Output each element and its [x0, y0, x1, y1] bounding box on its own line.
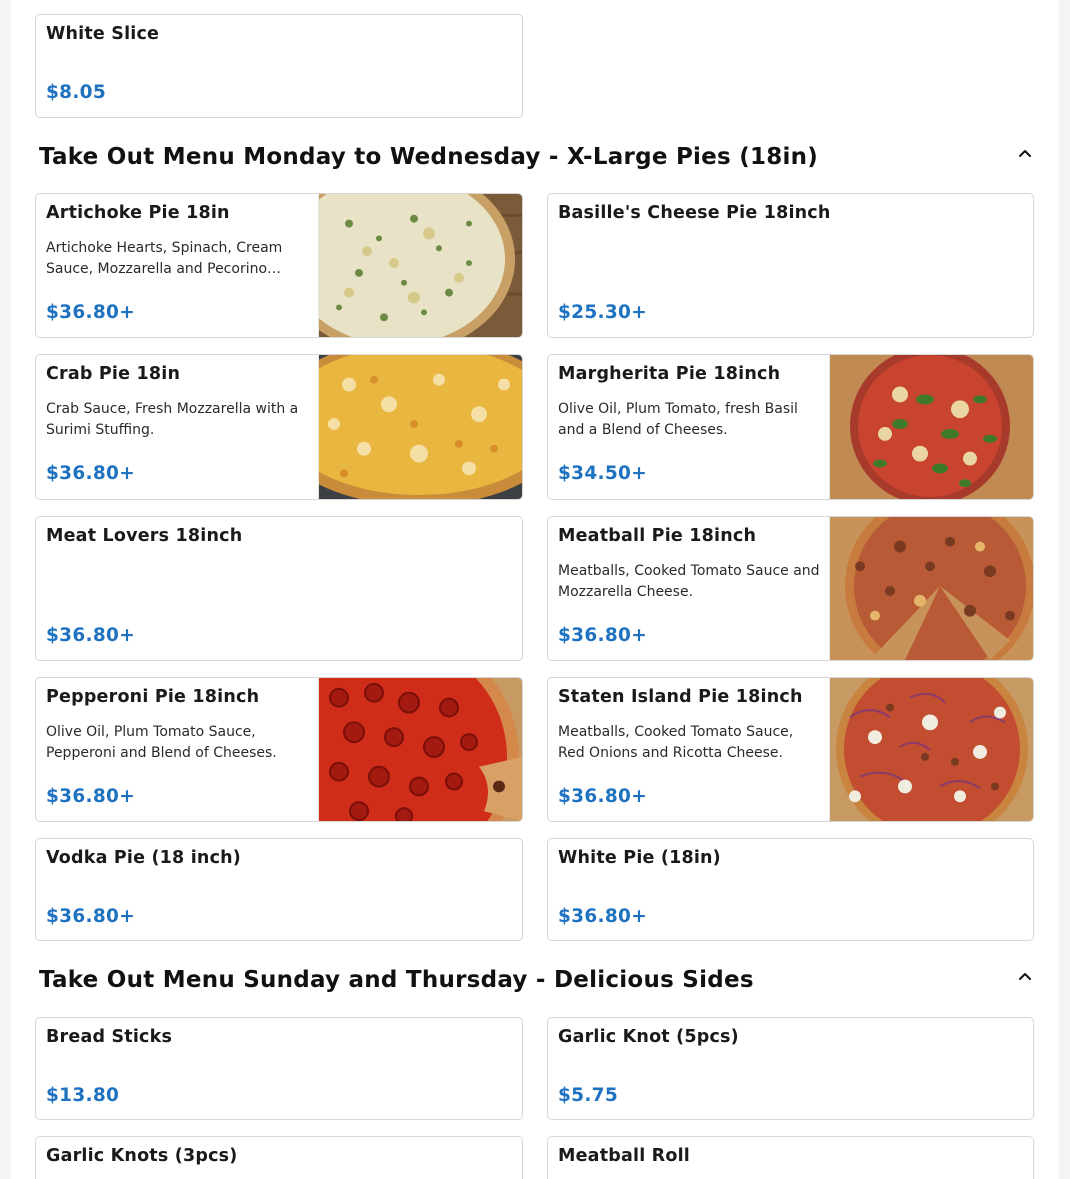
item-name: Artichoke Pie 18in — [46, 203, 230, 223]
menu-item-card[interactable]: Staten Island Pie 18inch Meatballs, Cook… — [547, 677, 1034, 822]
item-name: Meatball Pie 18inch — [558, 526, 757, 546]
staten-island-pizza-image — [829, 678, 1033, 821]
item-price: $36.80+ — [558, 625, 647, 646]
item-name: White Pie (18in) — [558, 848, 721, 868]
chevron-up-icon[interactable] — [1013, 966, 1037, 986]
item-price: $36.80+ — [558, 786, 647, 807]
menu-item-card[interactable]: Meatball Roll — [547, 1136, 1034, 1179]
item-name: White Slice — [46, 24, 160, 44]
item-name: Basille's Cheese Pie 18inch — [558, 203, 831, 223]
item-price: $34.50+ — [558, 463, 647, 484]
item-description: Olive Oil, Plum Tomato, fresh Basil and … — [558, 401, 798, 438]
menu-item-card[interactable]: White Pie (18in) $36.80+ — [547, 838, 1034, 941]
item-name: Bread Sticks — [46, 1027, 173, 1047]
item-description: Meatballs, Cooked Tomato Sauce, Red Onio… — [558, 724, 794, 761]
item-name: Garlic Knots (3pcs) — [46, 1146, 238, 1166]
item-price: $36.80+ — [46, 463, 135, 484]
pepperoni-pizza-image — [318, 678, 522, 821]
item-price: $5.75 — [558, 1085, 619, 1106]
chevron-up-icon[interactable] — [1013, 143, 1037, 163]
item-name: Crab Pie 18in — [46, 364, 181, 384]
item-description: Crab Sauce, Fresh Mozzarella with a Suri… — [46, 401, 299, 438]
item-price: $36.80+ — [46, 906, 135, 927]
menu-item-card[interactable]: Artichoke Pie 18in Artichoke Hearts, Spi… — [35, 193, 523, 338]
section-title: Take Out Menu Sunday and Thursday - Deli… — [39, 967, 754, 993]
menu-item-card[interactable]: Margherita Pie 18inch Olive Oil, Plum To… — [547, 354, 1034, 500]
item-name: Meat Lovers 18inch — [46, 526, 243, 546]
crab-pizza-image — [318, 355, 522, 499]
item-price: $36.80+ — [46, 786, 135, 807]
menu-item-card[interactable]: Garlic Knots (3pcs) — [35, 1136, 523, 1179]
meatball-pizza-image — [829, 517, 1033, 660]
item-name: Garlic Knot (5pcs) — [558, 1027, 739, 1047]
artichoke-pizza-image — [318, 194, 522, 337]
margherita-pizza-image — [829, 355, 1033, 499]
item-name: Vodka Pie (18 inch) — [46, 848, 241, 868]
item-name: Meatball Roll — [558, 1146, 690, 1166]
menu-item-card[interactable]: Pepperoni Pie 18inch Olive Oil, Plum Tom… — [35, 677, 523, 822]
item-price: $25.30+ — [558, 302, 647, 323]
menu-item-card[interactable]: Vodka Pie (18 inch) $36.80+ — [35, 838, 523, 941]
item-description: Artichoke Hearts, Spinach, Cream Sauce, … — [46, 240, 283, 277]
menu-item-card[interactable]: Crab Pie 18in Crab Sauce, Fresh Mozzarel… — [35, 354, 523, 500]
menu-item-card[interactable]: Meatball Pie 18inch Meatballs, Cooked To… — [547, 516, 1034, 661]
menu-item-card[interactable]: Bread Sticks $13.80 — [35, 1017, 523, 1120]
menu-item-card[interactable]: White Slice $8.05 — [35, 14, 523, 118]
item-price: $8.05 — [46, 82, 107, 103]
item-price: $36.80+ — [558, 906, 647, 927]
menu-item-card[interactable]: Meat Lovers 18inch $36.80+ — [35, 516, 523, 661]
item-price: $36.80+ — [46, 302, 135, 323]
item-description: Olive Oil, Plum Tomato Sauce, Pepperoni … — [46, 724, 277, 761]
item-name: Margherita Pie 18inch — [558, 364, 781, 384]
item-description: Meatballs, Cooked Tomato Sauce and Mozza… — [558, 563, 820, 600]
menu-item-card[interactable]: Basille's Cheese Pie 18inch $25.30+ — [547, 193, 1034, 338]
item-name: Staten Island Pie 18inch — [558, 687, 803, 707]
menu-page: White Slice $8.05 Take Out Menu Monday t… — [11, 0, 1059, 1179]
section-title: Take Out Menu Monday to Wednesday - X-La… — [39, 144, 819, 170]
menu-item-card[interactable]: Garlic Knot (5pcs) $5.75 — [547, 1017, 1034, 1120]
item-price: $36.80+ — [46, 625, 135, 646]
item-price: $13.80 — [46, 1085, 120, 1106]
item-name: Pepperoni Pie 18inch — [46, 687, 260, 707]
